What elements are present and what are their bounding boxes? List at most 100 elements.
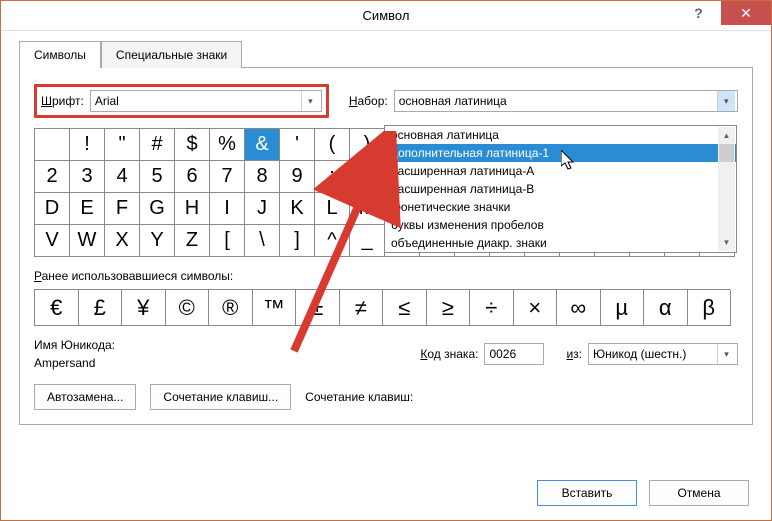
shortcut-button[interactable]: Сочетание клавиш... xyxy=(150,384,291,410)
symbol-cell[interactable]: 2 xyxy=(35,161,70,193)
recent-symbol-cell[interactable]: © xyxy=(166,290,210,326)
recent-symbol-cell[interactable]: × xyxy=(514,290,558,326)
symbol-cell[interactable]: _ xyxy=(350,225,385,257)
subset-option[interactable]: расширенная латиница-A xyxy=(385,162,736,180)
close-button[interactable]: ✕ xyxy=(721,1,771,25)
grid-container: !"#$%&'()*+,-./0123456789:;<=>?@ABCDEFGH… xyxy=(34,128,738,257)
subset-option[interactable]: объединенные диакр. знаки xyxy=(385,234,736,252)
recent-symbol-cell[interactable]: ® xyxy=(209,290,253,326)
symbol-cell[interactable]: 7 xyxy=(210,161,245,193)
recent-symbol-cell[interactable]: α xyxy=(644,290,688,326)
font-dropdown-button[interactable]: ▾ xyxy=(301,91,319,111)
recent-symbol-cell[interactable]: ≥ xyxy=(427,290,471,326)
recent-symbol-cell[interactable]: ∞ xyxy=(557,290,601,326)
recent-symbols-grid[interactable]: €£¥©®™±≠≤≥÷×∞µαβ xyxy=(34,289,730,326)
tab-special[interactable]: Специальные знаки xyxy=(101,41,242,68)
symbol-cell[interactable]: 4 xyxy=(105,161,140,193)
recent-symbol-cell[interactable]: ≠ xyxy=(340,290,384,326)
symbol-cell[interactable]: # xyxy=(140,129,175,161)
scroll-up-icon[interactable]: ▲ xyxy=(718,127,735,144)
symbol-cell[interactable]: L xyxy=(315,193,350,225)
symbol-cell[interactable]: E xyxy=(70,193,105,225)
subset-option[interactable]: дополнительная латиница-1 xyxy=(385,144,736,162)
from-combo[interactable]: ▾ xyxy=(588,343,738,365)
symbol-cell[interactable]: 8 xyxy=(245,161,280,193)
symbol-cell[interactable]: ! xyxy=(70,129,105,161)
font-subset-row: Шрифт: ▾ Набор: ▾ xyxy=(34,84,738,118)
symbol-cell[interactable]: 3 xyxy=(70,161,105,193)
recent-symbol-cell[interactable]: ± xyxy=(296,290,340,326)
symbol-cell[interactable]: K xyxy=(280,193,315,225)
subset-dropdown-list[interactable]: основная латиницадополнительная латиница… xyxy=(384,125,737,253)
symbol-cell[interactable]: 6 xyxy=(175,161,210,193)
symbol-cell[interactable]: 9 xyxy=(280,161,315,193)
font-label: Шрифт: xyxy=(41,94,84,108)
autocorrect-button[interactable]: Автозамена... xyxy=(34,384,136,410)
subset-input[interactable] xyxy=(395,91,717,111)
dropdown-scrollbar[interactable]: ▲ ▼ xyxy=(718,127,735,251)
symbol-cell[interactable]: H xyxy=(175,193,210,225)
font-combo[interactable]: ▾ xyxy=(90,90,322,112)
symbol-cell[interactable]: V xyxy=(35,225,70,257)
tab-strip: Символы Специальные знаки xyxy=(19,41,771,68)
symbol-cell[interactable]: W xyxy=(70,225,105,257)
chevron-down-icon: ▾ xyxy=(724,349,729,360)
info-row: Имя Юникода: Ampersand Код знака: из: ▾ xyxy=(34,338,738,370)
symbol-cell[interactable]: ( xyxy=(315,129,350,161)
symbol-cell[interactable]: % xyxy=(210,129,245,161)
recent-symbol-cell[interactable]: € xyxy=(35,290,79,326)
symbol-cell[interactable]: I xyxy=(210,193,245,225)
subset-option[interactable]: фонетические значки xyxy=(385,198,736,216)
symbol-cell[interactable]: \ xyxy=(245,225,280,257)
recent-symbol-cell[interactable]: £ xyxy=(79,290,123,326)
window-controls: ? ✕ xyxy=(676,1,771,25)
subset-option[interactable]: основная латиница xyxy=(385,126,736,144)
help-button[interactable]: ? xyxy=(676,1,721,25)
symbol-cell[interactable]: [ xyxy=(210,225,245,257)
recent-label: Ранее использовавшиеся символы: xyxy=(34,269,738,283)
subset-option[interactable]: расширенная латиница-B xyxy=(385,180,736,198)
code-label: Код знака: xyxy=(420,347,478,361)
symbol-cell[interactable]: Y xyxy=(140,225,175,257)
tab-symbols[interactable]: Символы xyxy=(19,41,101,68)
symbol-cell[interactable]: X xyxy=(105,225,140,257)
recent-symbol-cell[interactable]: ¥ xyxy=(122,290,166,326)
symbol-cell[interactable]: : xyxy=(315,161,350,193)
symbol-cell[interactable]: ) xyxy=(350,129,385,161)
from-input[interactable] xyxy=(589,344,717,364)
insert-button[interactable]: Вставить xyxy=(537,480,637,506)
subset-combo[interactable]: ▾ xyxy=(394,90,738,112)
symbol-cell[interactable]: ' xyxy=(280,129,315,161)
recent-symbol-cell[interactable]: ÷ xyxy=(470,290,514,326)
scroll-down-icon[interactable]: ▼ xyxy=(718,234,735,251)
symbol-cell[interactable]: F xyxy=(105,193,140,225)
recent-symbol-cell[interactable]: β xyxy=(688,290,732,326)
symbol-cell[interactable]: " xyxy=(105,129,140,161)
code-input[interactable] xyxy=(484,343,544,365)
symbol-cell[interactable]: ^ xyxy=(315,225,350,257)
symbol-cell[interactable]: $ xyxy=(175,129,210,161)
font-input[interactable] xyxy=(91,91,301,111)
action-row: Автозамена... Сочетание клавиш... Сочета… xyxy=(34,384,738,410)
chevron-down-icon: ▾ xyxy=(724,96,729,107)
symbol-cell[interactable]: D xyxy=(35,193,70,225)
symbol-cell[interactable]: J xyxy=(245,193,280,225)
recent-symbol-cell[interactable]: ™ xyxy=(253,290,297,326)
scroll-thumb[interactable] xyxy=(719,144,734,162)
subset-option[interactable]: буквы изменения пробелов xyxy=(385,216,736,234)
window-title: Символ xyxy=(363,8,410,23)
symbol-cell[interactable]: G xyxy=(140,193,175,225)
symbol-cell[interactable]: & xyxy=(245,129,280,161)
symbol-cell[interactable] xyxy=(35,129,70,161)
subset-dropdown-button[interactable]: ▾ xyxy=(717,91,735,111)
symbol-cell[interactable]: ] xyxy=(280,225,315,257)
cancel-button[interactable]: Отмена xyxy=(649,480,749,506)
symbol-cell[interactable]: Z xyxy=(175,225,210,257)
symbol-cell[interactable]: 5 xyxy=(140,161,175,193)
recent-symbol-cell[interactable]: µ xyxy=(601,290,645,326)
from-dropdown-button[interactable]: ▾ xyxy=(717,344,735,364)
symbol-cell[interactable]: ; xyxy=(350,161,385,193)
symbol-cell[interactable]: M xyxy=(350,193,385,225)
shortcut-display-label: Сочетание клавиш: xyxy=(305,390,413,404)
recent-symbol-cell[interactable]: ≤ xyxy=(383,290,427,326)
